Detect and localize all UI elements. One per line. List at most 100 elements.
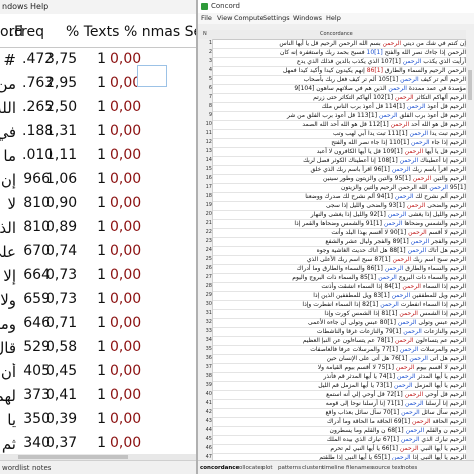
- menu-help[interactable]: Help: [30, 2, 48, 11]
- wordlist-row[interactable]: إن 966 1,06 1 0,00: [0, 168, 196, 194]
- context-left: [1]110 إذا جاء نصر الله والفتح: [331, 139, 410, 146]
- context-right: الرحيم قل يا أيها: [425, 148, 466, 155]
- concordance-line: [1]95 الرحمن الله الرحمن الرحيم والتين و…: [213, 183, 466, 192]
- wordlist-row[interactable]: يا 350 0,39 1 0,00: [0, 408, 196, 434]
- row-number: 44: [198, 426, 213, 435]
- wordlist-row[interactable]: على6700,7410,00: [0, 240, 196, 266]
- cell-word: من: [0, 75, 16, 93]
- wordlist-row[interactable]: ولا 659 0,73 1 0,00: [0, 288, 196, 314]
- context-left: [1]85 والسماء ذات البروج واليوم: [292, 274, 377, 281]
- tab-collocates[interactable]: collocates: [236, 465, 264, 471]
- concordance-row[interactable]: 47 الرحيم يا أيها النبي إذا الرحمن [1]65 …: [198, 453, 466, 460]
- row-number: 9: [198, 111, 213, 120]
- col-n-header[interactable]: N: [203, 31, 207, 37]
- context-right: الرحمن إذا جاءك نصر الله والفتح: [384, 49, 466, 56]
- concordance-line: الرحيم قل يا أيها الرحمن [1]109 قل يا أي…: [213, 147, 466, 156]
- wordlist-row[interactable]: لهم3730,4110,00: [0, 384, 196, 410]
- cell-percent: 0,90: [46, 195, 78, 211]
- col-freq-header[interactable]: .Freq: [10, 24, 44, 40]
- tab-filenames[interactable]: filenames: [346, 465, 373, 471]
- context-left: [1]67 تبارك الذي بيده الملك: [326, 436, 399, 443]
- search-word: الرحمن: [400, 436, 420, 443]
- row-number: 25: [198, 255, 213, 264]
- context-left: [1]114 قل أعوذ برب الناس ملك: [321, 103, 406, 110]
- concordance-line: الرحيم إذا الشمس الرحمن [1]81 إذا الشمس …: [213, 309, 466, 318]
- wordlist-row[interactable]: لا 810 0,90 1 0,00: [0, 192, 196, 218]
- menu-help[interactable]: Help: [326, 14, 341, 22]
- search-word: الرحمن: [387, 211, 407, 218]
- cell-percent-texts: 0,00: [110, 387, 142, 403]
- wordlist-table: ord .Freq % Texts % nmas Set #.4723,7510…: [0, 14, 196, 454]
- cell-texts: 1: [97, 75, 106, 91]
- menu-settings[interactable]: Settings: [263, 14, 290, 22]
- context-right: الرحيم والفجر: [431, 238, 466, 245]
- row-number: 7: [198, 93, 213, 102]
- concordance-line: الرحيم يا أيها النبي إذا الرحمن [1]65 يا…: [213, 453, 466, 460]
- wordlist-row[interactable]: قال5290,5810,00: [0, 336, 196, 362]
- context-right: الرحيم الحاقة: [432, 418, 466, 425]
- wordlist-hscroll-thumb[interactable]: [18, 455, 128, 459]
- context-right: الرحيم ألم نشرح لك: [415, 193, 466, 200]
- search-word: الرحمن: [407, 247, 427, 254]
- cell-texts: 1: [97, 51, 106, 67]
- concord-app-icon: [201, 3, 208, 10]
- cell-percent: 0,58: [46, 339, 78, 355]
- concordance-line: الرحيم والسماء ذات البروج الرحمن [1]85 و…: [213, 273, 466, 282]
- menu-windows[interactable]: Windows: [293, 14, 322, 22]
- wordlist-row[interactable]: الله.2652,5010,00: [0, 96, 196, 122]
- menu-view[interactable]: View: [217, 14, 232, 22]
- concordance-line: الرحيم إنا أعطيناك الرحمن [1]108 إنا أعط…: [213, 156, 466, 165]
- cell-texts: 1: [97, 147, 106, 163]
- search-word: الرحمن: [391, 166, 411, 173]
- tab-source-text[interactable]: source text: [372, 465, 403, 471]
- tab-patterns[interactable]: patterns: [278, 465, 301, 471]
- context-right: الرحيم سأل سائل: [421, 409, 466, 416]
- concordance-line: الرحيم تبارك الذي الرحمن [1]67 تبارك الذ…: [213, 435, 466, 444]
- wordlist-row[interactable]: ما .010 1,11 1 0,00: [0, 144, 196, 170]
- tab-concordance[interactable]: concordance: [200, 465, 239, 471]
- tab-timeline[interactable]: timeline: [322, 465, 344, 471]
- concordance-line: الرحيم والتين الرحمن [1]95 والتين والزيت…: [213, 174, 466, 183]
- tab-wordlist[interactable]: wordlist: [2, 464, 30, 472]
- cell-texts: 1: [97, 123, 106, 139]
- search-word: الرحمن: [404, 391, 424, 398]
- row-number: 42: [198, 408, 213, 417]
- selected-cell[interactable]: [137, 65, 167, 87]
- concordance-vscroll-thumb[interactable]: [468, 70, 472, 100]
- wordlist-row[interactable]: ثم 340 0,37 1 0,00: [0, 432, 196, 454]
- row-number: 16: [198, 174, 213, 183]
- context-left: [1]68 ن والقلم وما يسطرون: [329, 427, 404, 434]
- concord-titlebar[interactable]: Concord: [198, 0, 474, 14]
- menu-file[interactable]: File: [201, 14, 212, 22]
- wordlist-row[interactable]: أن 405 0,45 1 0,00: [0, 360, 196, 386]
- cell-percent: 0,41: [46, 387, 78, 403]
- context-right: الرحيم قل هو الله أحد: [411, 121, 466, 128]
- tab-notes[interactable]: notes: [32, 464, 51, 472]
- tab-clusters[interactable]: clusters: [302, 465, 324, 471]
- tab-plot[interactable]: plot: [262, 465, 273, 471]
- wordlist-row[interactable]: إلا 664 0,73 1 0,00: [0, 264, 196, 290]
- concordance-line: الرحيم سبح اسم ربك الرحمن [1]87 سبح اسم …: [213, 255, 466, 264]
- menu-compute[interactable]: Compute: [234, 14, 264, 22]
- cell-texts: 1: [97, 195, 106, 211]
- wordlist-row[interactable]: في .188 1,31 1 0,00: [0, 120, 196, 146]
- col-concordance-header[interactable]: Concordance: [320, 31, 353, 37]
- cell-percent: 0,73: [46, 267, 78, 283]
- cell-texts: 1: [97, 219, 106, 235]
- search-word: [1]86: [366, 67, 383, 74]
- context-left: [1]92 والليل إذا يغشى والنهار: [310, 211, 386, 218]
- concordance-line: الرحيم يا أيها المدثر الرحمن [1]74 يا أي…: [213, 372, 466, 381]
- context-right: الرحيم والسماء ذات البروج: [398, 274, 466, 281]
- tab-notes[interactable]: notes: [402, 465, 417, 471]
- concordance-line: الرحيم لا أقسم بيوم الرحمن [1]75 لا أقسم…: [213, 363, 466, 372]
- wordlist-row[interactable]: وما6460,7110,00: [0, 312, 196, 338]
- concordance-vscrollbar[interactable]: [466, 30, 474, 460]
- wordlist-row[interactable]: الذين8100,8910,00: [0, 216, 196, 242]
- row-number: 24: [198, 246, 213, 255]
- search-word: الرحمن: [388, 85, 407, 92]
- context-left: [1]84 إذا السماء انشقت وأذنت: [321, 283, 401, 290]
- col-set-header[interactable]: % nmas Set: [124, 24, 196, 40]
- col-texts-header[interactable]: % Texts: [66, 24, 119, 40]
- menu-windows[interactable]: ndows: [2, 2, 28, 11]
- context-left: [1]96 اقرأ باسم ربك الذي خلق: [310, 166, 390, 173]
